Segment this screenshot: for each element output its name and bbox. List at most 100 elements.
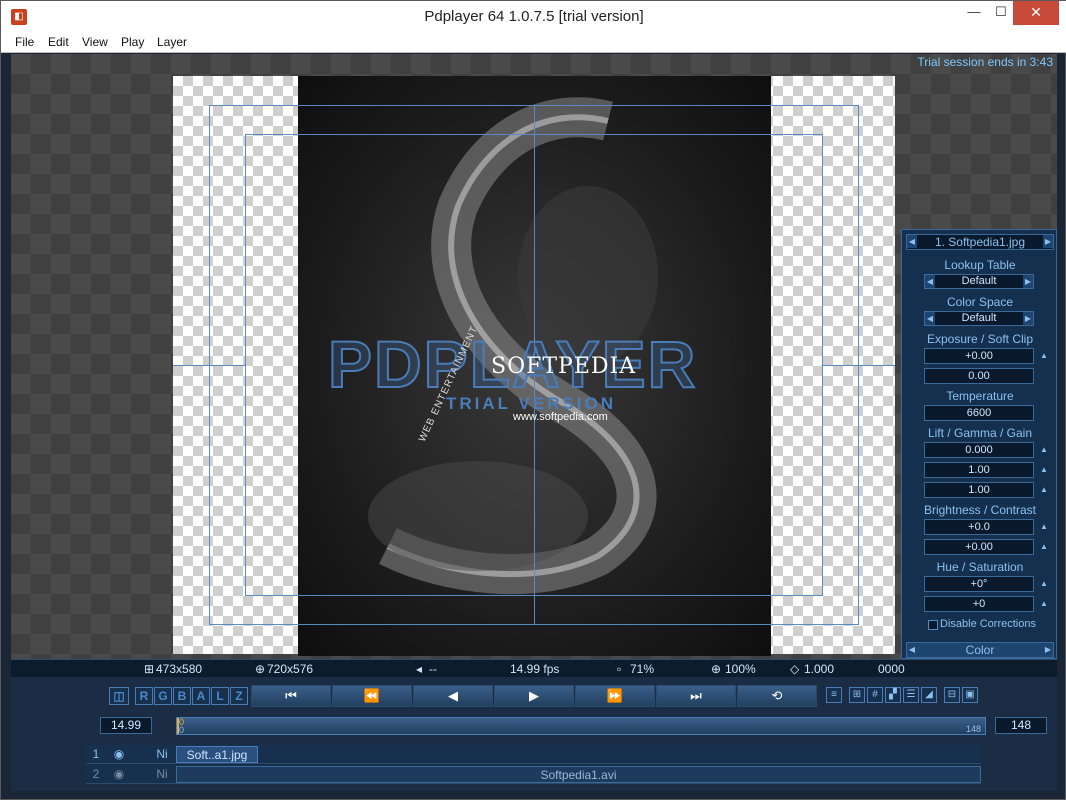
gradient-icon[interactable]: ◢: [921, 687, 937, 703]
grid-icon[interactable]: #: [867, 687, 883, 703]
layer-ni-label: Ni: [156, 747, 168, 761]
layer-row-2[interactable]: 2 ◉ Ni Softpedia1.avi: [86, 765, 981, 784]
soft-clip-field[interactable]: 0.00: [924, 368, 1034, 384]
color-space-value: Default: [961, 312, 997, 324]
end-frame-input[interactable]: 148: [995, 717, 1047, 734]
hue-field[interactable]: +0°: [924, 576, 1034, 592]
loop-mode-button[interactable]: ⟲: [737, 685, 817, 707]
frame-status: 0000: [878, 662, 905, 676]
color-space-select[interactable]: ◀ Default ▶: [924, 311, 1034, 326]
contrast-field[interactable]: +0.00: [924, 539, 1034, 555]
play-backward-button[interactable]: ◀: [413, 685, 493, 707]
layer-clip[interactable]: Softpedia1.avi: [176, 766, 981, 783]
channel-r-button[interactable]: R: [135, 687, 153, 705]
panel-prev-icon[interactable]: ◀: [907, 643, 917, 656]
lift-gamma-gain-label: Lift / Gamma / Gain: [927, 426, 1033, 440]
timeline-end-label: 148: [965, 724, 981, 734]
color-panel-icon[interactable]: ☰: [903, 687, 919, 703]
disable-corrections-checkbox[interactable]: [928, 620, 938, 630]
fps-status: 14.99 fps: [510, 662, 560, 676]
layer-ni-label: Ni: [156, 767, 168, 781]
panel-file-selector[interactable]: ◀ 1. Softpedia1.jpg ▶: [906, 234, 1054, 250]
center-guide-h-left: [173, 365, 245, 366]
brightness-field[interactable]: +0.0: [924, 519, 1034, 535]
disable-corrections-label: Disable Corrections: [940, 618, 1036, 630]
canvas-size-status: 720x576: [267, 662, 314, 676]
lift-field[interactable]: 0.000: [924, 442, 1034, 458]
close-button[interactable]: ✕: [1013, 1, 1059, 25]
menu-bar: File Edit View Play Layer: [1, 33, 1066, 53]
menu-view[interactable]: View: [82, 35, 108, 49]
colorspace-next-icon[interactable]: ▶: [1023, 312, 1033, 325]
go-to-start-button[interactable]: ⏮: [251, 685, 331, 707]
gain-field[interactable]: 1.00: [924, 482, 1034, 498]
aspect-icon: ◇: [790, 662, 800, 676]
next-file-icon[interactable]: ▶: [1043, 235, 1053, 248]
channel-g-button[interactable]: G: [154, 687, 172, 705]
maximize-button[interactable]: ☐: [986, 1, 1016, 25]
visibility-eye-icon[interactable]: ◉: [108, 767, 130, 782]
layer-number: 2: [92, 767, 100, 781]
audio-status: --: [429, 662, 437, 676]
channel-z-button[interactable]: Z: [230, 687, 248, 705]
image-size-status: 473x580: [156, 662, 203, 676]
lift-reset-icon[interactable]: ▲: [1040, 446, 1048, 454]
minimize-button[interactable]: —: [959, 1, 989, 25]
hue-saturation-label: Hue / Saturation: [936, 560, 1024, 574]
visibility-eye-icon[interactable]: ◉: [108, 747, 130, 762]
menu-edit[interactable]: Edit: [48, 35, 69, 49]
gamma-field[interactable]: 1.00: [924, 462, 1034, 478]
temperature-field[interactable]: 6600: [924, 405, 1034, 421]
panel-file-name: 1. Softpedia1.jpg: [934, 235, 1026, 249]
timeline-slider[interactable]: 0 0 148: [176, 717, 986, 735]
gain-reset-icon[interactable]: ▲: [1040, 486, 1048, 494]
exposure-reset-icon[interactable]: ▲: [1040, 352, 1048, 360]
center-guide-h-right: [823, 365, 895, 366]
timeline-start-label: 0: [179, 725, 185, 735]
menu-layer[interactable]: Layer: [157, 35, 187, 49]
lookup-next-icon[interactable]: ▶: [1023, 275, 1033, 288]
panel-mode-selector[interactable]: ◀ Color ▶: [906, 642, 1054, 658]
previous-frame-button[interactable]: ⏪: [332, 685, 412, 707]
saturation-reset-icon[interactable]: ▲: [1040, 600, 1048, 608]
saturation-field[interactable]: +0: [924, 596, 1034, 612]
safe-area-icon[interactable]: ⊞: [849, 687, 865, 703]
opacity-status: 71%: [630, 662, 655, 676]
menu-play[interactable]: Play: [121, 35, 144, 49]
brightness-reset-icon[interactable]: ▲: [1040, 523, 1048, 531]
channel-a-button[interactable]: A: [192, 687, 210, 705]
fps-input[interactable]: 14.99: [100, 717, 152, 734]
brightness-contrast-label: Brightness / Contrast: [923, 503, 1037, 517]
channel-l-button[interactable]: L: [211, 687, 229, 705]
softpedia-url-text: www.softpedia.com: [513, 411, 608, 423]
checker-icon[interactable]: ▞: [885, 687, 901, 703]
contrast-reset-icon[interactable]: ▲: [1040, 543, 1048, 551]
fullscreen-icon[interactable]: ▣: [962, 687, 978, 703]
panel-next-icon[interactable]: ▶: [1043, 643, 1053, 656]
window-title: Pdplayer 64 1.0.7.5 [trial version]: [424, 8, 644, 25]
split-view-icon[interactable]: ⊟: [944, 687, 960, 703]
gamma-reset-icon[interactable]: ▲: [1040, 466, 1048, 474]
prev-file-icon[interactable]: ◀: [907, 235, 917, 248]
exposure-label: Exposure / Soft Clip: [926, 332, 1034, 346]
hue-reset-icon[interactable]: ▲: [1040, 580, 1048, 588]
zoom-status: 100%: [725, 662, 756, 676]
layers-list-icon[interactable]: ≡: [826, 687, 842, 703]
audio-icon: ◂: [416, 662, 423, 676]
canvas-size-icon: ⊕: [255, 662, 266, 676]
lookup-table-select[interactable]: ◀ Default ▶: [924, 274, 1034, 289]
play-forward-button[interactable]: ▶: [494, 685, 574, 707]
app-window: ◧ Pdplayer 64 1.0.7.5 [trial version] — …: [0, 0, 1066, 800]
layer-row-1[interactable]: 1 ◉ Ni Soft..a1.jpg: [86, 745, 981, 764]
channel-b-button[interactable]: B: [173, 687, 191, 705]
color-space-label: Color Space: [946, 295, 1014, 309]
layer-clip[interactable]: Soft..a1.jpg: [176, 746, 258, 763]
go-to-end-button[interactable]: ⏭: [656, 685, 736, 707]
compare-icon[interactable]: ◫: [109, 687, 129, 705]
colorspace-prev-icon[interactable]: ◀: [925, 312, 935, 325]
menu-file[interactable]: File: [15, 35, 34, 49]
next-frame-button[interactable]: ⏩: [575, 685, 655, 707]
status-bar: ⊞ 473x580 ⊕ 720x576 ◂ -- 14.99 fps ▫ 71%…: [11, 659, 1057, 677]
exposure-field[interactable]: +0.00: [924, 348, 1034, 364]
lookup-prev-icon[interactable]: ◀: [925, 275, 935, 288]
